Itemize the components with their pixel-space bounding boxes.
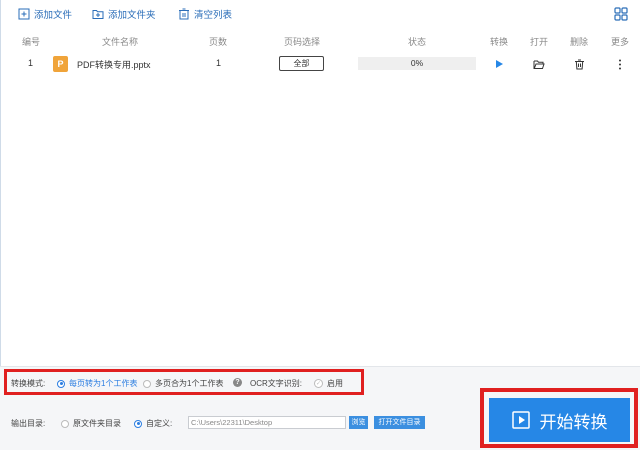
row-index: 1 (28, 58, 34, 68)
file-icon-letter: P (57, 59, 64, 69)
checkbox-icon: ✓ (314, 379, 323, 388)
row-filename: PDF转换专用.pptx (77, 60, 151, 70)
header-status: 状态 (407, 37, 427, 47)
header-index: 编号 (21, 37, 41, 47)
ocr-label: OCR文字识别: (250, 379, 302, 388)
add-file-button[interactable]: 添加文件 (18, 6, 72, 22)
radio-selected (134, 419, 142, 428)
clear-list-icon (179, 8, 189, 20)
mode-option-per-page-label: 每页转为1个工作表 (69, 379, 138, 388)
mode-option-merge[interactable]: 多页合为1个工作表 (143, 378, 223, 389)
header-filename: 文件名称 (101, 37, 139, 47)
header-page-select: 页码选择 (283, 37, 321, 47)
delete-button[interactable] (572, 57, 586, 71)
header-open: 打开 (529, 37, 549, 47)
table-row[interactable]: 1 P PDF转换专用.pptx 1 全部 0% (0, 52, 640, 76)
output-label: 输出目录: (11, 419, 46, 428)
radio-unselected (61, 419, 69, 428)
radio-unselected (143, 379, 151, 388)
grid-view-icon[interactable] (614, 7, 628, 21)
add-file-label: 添加文件 (34, 10, 73, 21)
start-play-icon (511, 411, 530, 429)
help-icon[interactable]: ? (233, 378, 242, 387)
open-button[interactable] (532, 57, 546, 71)
folder-open-icon (533, 60, 545, 69)
output-option-original-label: 原文件夹目录 (73, 419, 121, 428)
radio-selected (57, 379, 65, 388)
convert-button[interactable] (492, 57, 506, 71)
page-select-button[interactable]: 全部 (279, 56, 324, 71)
clear-list-label: 清空列表 (194, 10, 233, 21)
add-folder-button[interactable]: 添加文件夹 (92, 6, 156, 22)
header-pages: 页数 (208, 37, 228, 47)
add-folder-label: 添加文件夹 (108, 10, 156, 21)
play-icon (496, 60, 503, 68)
table-header: 编号 文件名称 页数 页码选择 状态 转换 打开 删除 更多 (0, 33, 640, 49)
mode-label: 转换模式: (11, 379, 46, 388)
ocr-enable-label: 启用 (327, 379, 343, 388)
conversion-mode-row: 转换模式: 每页转为1个工作表 多页合为1个工作表 ? OCR文字识别: ✓ 启… (5, 371, 363, 395)
browse-button[interactable]: 浏览 (349, 416, 368, 429)
output-path-input[interactable]: C:\Users\22311\Desktop (188, 416, 346, 429)
open-folder-button[interactable]: 打开文件目录 (374, 416, 425, 429)
mode-option-merge-label: 多页合为1个工作表 (155, 379, 224, 388)
more-icon (619, 59, 621, 69)
trash-icon (574, 59, 584, 69)
mode-option-per-page[interactable]: 每页转为1个工作表 (57, 378, 137, 389)
start-convert-label: 开始转换 (539, 412, 608, 432)
more-button[interactable] (613, 57, 627, 71)
progress-bar: 0% (358, 57, 476, 70)
header-more: 更多 (610, 37, 630, 47)
header-convert: 转换 (489, 37, 509, 47)
add-file-icon (18, 8, 30, 20)
clear-list-button[interactable]: 清空列表 (178, 6, 232, 22)
progress-text: 0% (410, 58, 424, 68)
output-option-original[interactable]: 原文件夹目录 (61, 418, 121, 429)
output-option-custom-label: 自定义: (146, 419, 173, 428)
output-option-custom[interactable]: 自定义: (134, 418, 172, 429)
app-window: 添加文件 添加文件夹 清空列表 编号 文件名称 页数 页码选择 状态 转换 打开… (0, 0, 640, 450)
toolbar: 添加文件 添加文件夹 清空列表 (0, 0, 640, 28)
ocr-enable-toggle[interactable]: ✓ 启用 (314, 378, 343, 389)
add-folder-icon (92, 10, 104, 19)
page-select-label: 全部 (293, 59, 310, 68)
start-convert-button[interactable]: 开始转换 (489, 398, 630, 442)
pptx-file-icon: P (53, 56, 68, 72)
header-delete: 删除 (569, 37, 589, 47)
row-pages: 1 (216, 58, 222, 68)
